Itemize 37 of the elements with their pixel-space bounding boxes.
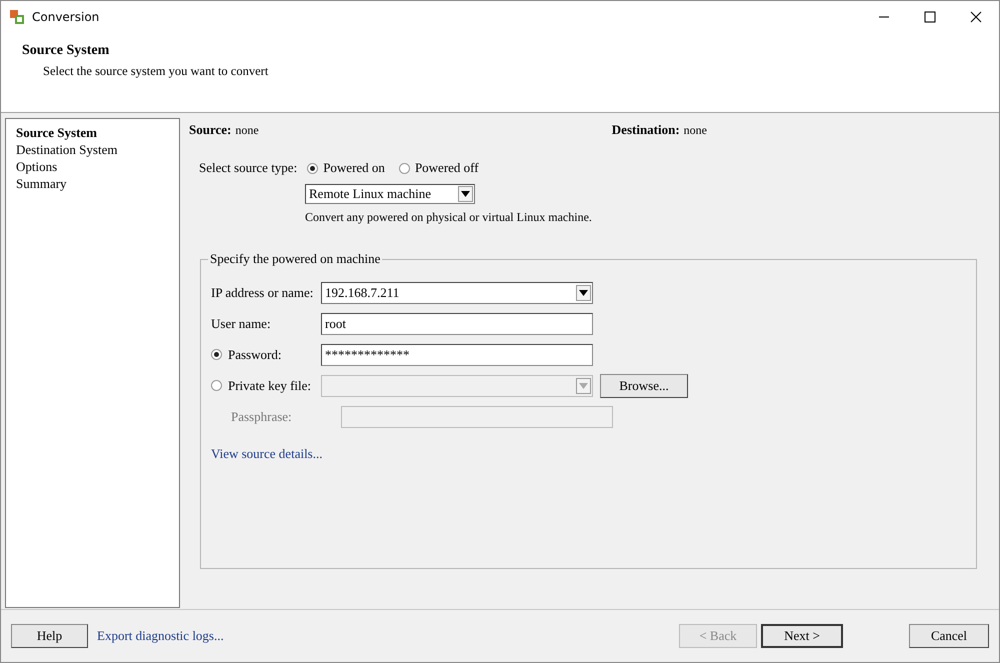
cancel-button[interactable]: Cancel [909,624,989,648]
source-type-label: Select source type: [199,160,298,176]
source-label: Source: [189,122,232,137]
step-item[interactable]: Summary [16,175,169,192]
dropdown-arrow-icon [579,382,588,388]
field-label: Passphrase: [231,408,292,424]
destination-label: Destination: [612,122,680,137]
dropdown-arrow-icon [579,290,588,296]
group-title: Specify the powered on machine [209,251,382,267]
source-value: none [235,123,259,137]
machine-type-dropdown[interactable]: Remote Linux machine [305,184,475,204]
view-details-link[interactable]: View source details... [211,446,322,462]
field-label: IP address or name: [211,284,314,300]
radio-button[interactable] [398,162,410,174]
page-subtitle: Select the source system you want to convert [43,64,270,79]
dropdown-arrow-icon [461,191,470,197]
radio-button[interactable] [307,162,318,174]
page-title: Source System [22,43,110,59]
step-item[interactable]: Source System [16,124,169,141]
field-label: Password: [228,346,282,362]
step-item[interactable]: Destination System [16,141,169,158]
app-icon [9,9,25,25]
field-label: Private key file: [228,378,312,394]
destination-value: none [684,123,707,137]
field-label: User name: [211,316,271,332]
next-button[interactable]: Next > [761,624,843,648]
step-item[interactable]: Options [16,158,169,175]
text-field[interactable]: root [321,312,593,334]
window-title: Conversion [32,10,100,24]
export-logs-link[interactable]: Export diagnostic logs... [97,628,224,644]
help-button[interactable]: Help [11,624,88,648]
combo-box[interactable]: 192.168.7.211 [321,282,593,304]
password-field[interactable]: ************* [321,344,593,366]
radio-label[interactable]: Powered on [323,160,385,176]
description-text: Convert any powered on physical or virtual Linux machine. [305,210,593,225]
radio-label[interactable]: Powered off [414,160,479,176]
radio-button[interactable] [211,349,222,360]
